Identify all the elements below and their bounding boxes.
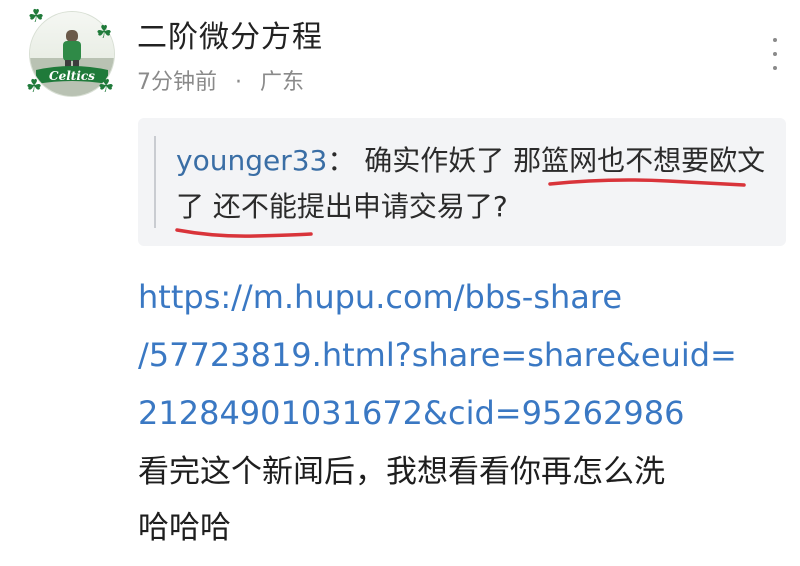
link-line[interactable]: https://m.hupu.com/bbs-share <box>138 268 788 326</box>
username[interactable]: 二阶微分方程 <box>137 12 323 56</box>
body-line: 看完这个新闻后，我想看看你再怎么洗 <box>138 454 665 490</box>
link-line[interactable]: /57723819.html?share=share&euid= <box>138 326 788 384</box>
quote-author[interactable]: younger33 <box>176 144 327 177</box>
share-link[interactable]: https://m.hupu.com/bbs-share /57723819.h… <box>138 268 788 442</box>
link-line[interactable]: 21284901031672&cid=95262986 <box>138 384 788 442</box>
clover-icon: ☘ <box>96 22 113 43</box>
meta-separator: · <box>235 70 242 95</box>
clover-icon: ☘ <box>98 76 115 97</box>
avatar-logo-text: Celtics <box>49 69 95 83</box>
post-meta: 7分钟前 · 广东 <box>137 64 304 96</box>
post-body: 看完这个新闻后，我想看看你再怎么洗 哈哈哈 <box>138 444 788 556</box>
more-vertical-icon[interactable] <box>770 38 780 70</box>
clover-icon: ☘ <box>26 76 43 97</box>
red-underline-annotation <box>175 228 313 238</box>
post-time: 7分钟前 <box>137 70 217 95</box>
clover-icon: ☘ <box>28 6 45 27</box>
post-location: 广东 <box>260 70 305 95</box>
body-line: 哈哈哈 <box>138 510 231 546</box>
red-underline-annotation <box>548 178 746 187</box>
quote-colon: ： <box>327 144 356 177</box>
quote-bar <box>154 136 156 228</box>
